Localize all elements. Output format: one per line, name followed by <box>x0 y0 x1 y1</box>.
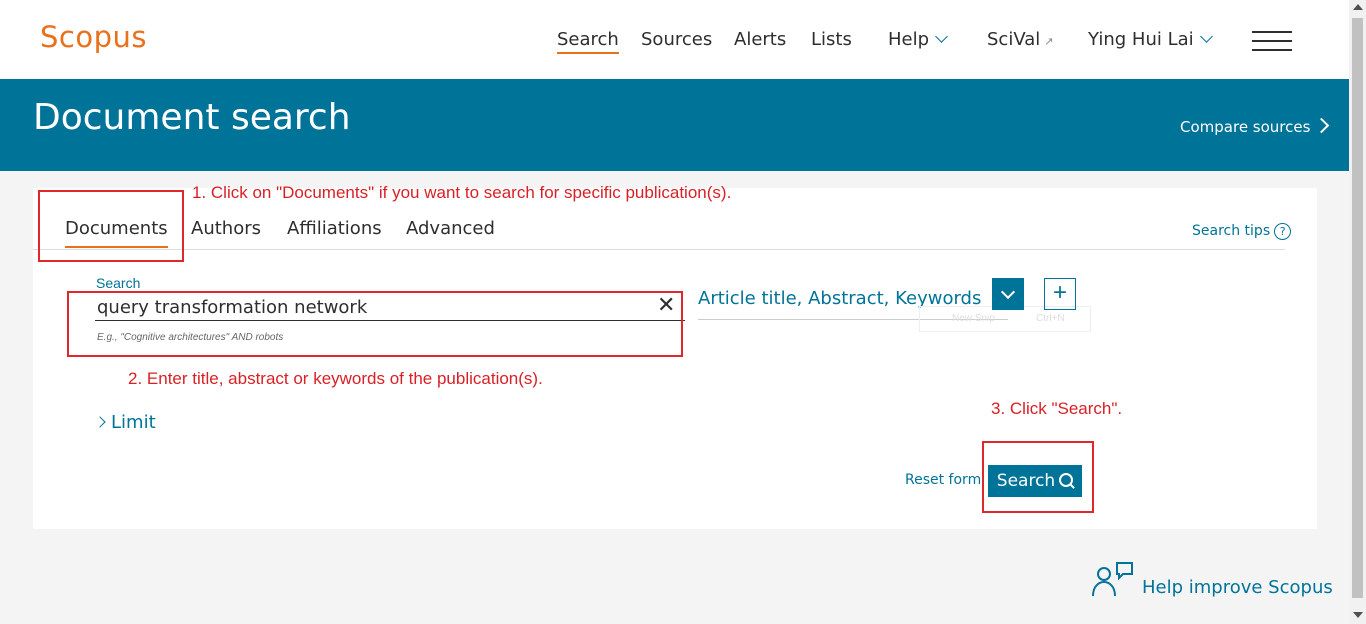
add-search-field-button[interactable]: + <box>1044 278 1076 310</box>
external-link-icon: ↗ <box>1044 35 1054 48</box>
nav-user-menu[interactable]: Ying Hui Lai <box>1088 29 1213 50</box>
tab-advanced[interactable]: Advanced <box>406 218 495 239</box>
scrollbar-thumb[interactable] <box>1352 18 1363 598</box>
ghost-text-b: Ctrl+N <box>1036 313 1065 324</box>
scroll-down-icon[interactable] <box>1353 612 1363 618</box>
annotation-step2: 2. Enter title, abstract or keywords of … <box>128 369 543 388</box>
help-improve-link[interactable]: Help improve Scopus <box>1142 577 1333 598</box>
annotation-box-search-button <box>982 441 1094 513</box>
annotation-box-documents <box>38 190 184 262</box>
nav-lists[interactable]: Lists <box>811 29 852 50</box>
chevron-right-icon <box>1314 117 1330 134</box>
nav-alerts[interactable]: Alerts <box>734 29 786 50</box>
nav-help-label: Help <box>888 29 930 50</box>
limit-label: Limit <box>111 412 156 433</box>
nav-sources[interactable]: Sources <box>641 29 712 50</box>
search-tips-label: Search tips <box>1192 223 1271 239</box>
scopus-logo[interactable]: Scopus <box>40 20 147 54</box>
compare-sources-label: Compare sources <box>1180 118 1311 136</box>
top-navigation: Scopus Search Sources Alerts Lists Help … <box>0 0 1349 79</box>
chevron-down-icon <box>1199 30 1213 43</box>
reset-form-link[interactable]: Reset form <box>905 472 981 488</box>
compare-sources-link[interactable]: Compare sources <box>1180 117 1330 136</box>
search-card: Documents Authors Affiliations Advanced … <box>33 188 1317 529</box>
user-name: Ying Hui Lai <box>1088 29 1194 50</box>
tab-authors[interactable]: Authors <box>191 218 261 239</box>
page-title: Document search <box>33 97 351 138</box>
field-dropdown-button[interactable] <box>992 278 1024 310</box>
chevron-down-icon <box>1000 284 1016 300</box>
limit-toggle[interactable]: Limit <box>94 412 156 433</box>
annotation-step3: 3. Click "Search". <box>991 399 1123 418</box>
chevron-right-icon <box>94 416 106 428</box>
annotation-step1: 1. Click on "Documents" if you want to s… <box>192 183 732 202</box>
nav-search[interactable]: Search <box>557 29 619 54</box>
nav-help[interactable]: Help <box>888 29 948 50</box>
ghost-text-a: New Snip <box>952 313 995 324</box>
feedback-icon[interactable] <box>1090 560 1136 598</box>
search-field-label: Search <box>96 275 141 291</box>
chevron-down-icon <box>935 30 948 43</box>
search-tips-link[interactable]: Search tips? <box>1192 223 1292 240</box>
scroll-up-icon[interactable] <box>1353 4 1363 10</box>
help-icon: ? <box>1274 223 1292 240</box>
tab-affiliations[interactable]: Affiliations <box>287 218 382 239</box>
tabs-divider <box>33 249 1285 250</box>
nav-scival[interactable]: SciVal ↗ <box>987 29 1054 50</box>
menu-icon[interactable] <box>1252 31 1292 51</box>
annotation-box-search <box>67 291 683 357</box>
nav-scival-label: SciVal <box>987 29 1041 50</box>
page-banner: Document search Compare sources <box>0 79 1349 171</box>
